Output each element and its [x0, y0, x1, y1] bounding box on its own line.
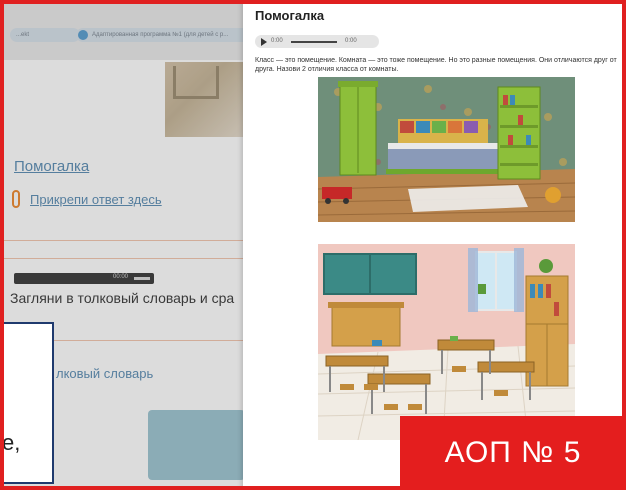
- popup-description: Класс — это помещение. Комната — это тож…: [255, 57, 617, 73]
- audio-duration: 0:00: [345, 38, 357, 44]
- popup-title: Помогалка: [255, 8, 325, 23]
- aop-number-badge: АОП № 5: [400, 416, 626, 490]
- audio-player[interactable]: 0:00 0:00: [255, 35, 379, 48]
- audio-current-time: 0:00: [271, 38, 283, 44]
- card-text: е,: [2, 430, 21, 455]
- slide-card: е,: [0, 322, 54, 484]
- classroom-illustration: [318, 244, 575, 440]
- play-icon[interactable]: [261, 38, 267, 46]
- bedroom-illustration: [318, 77, 575, 222]
- audio-progress-bar[interactable]: [291, 41, 337, 43]
